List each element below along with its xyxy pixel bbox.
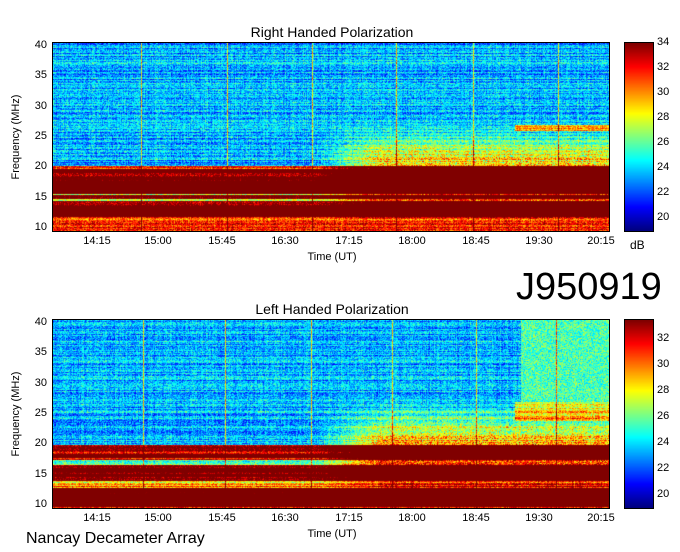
colorbar-tick-label: 20 xyxy=(657,488,670,501)
top-colorbar-unit: dB xyxy=(630,238,645,252)
y-tick-label: 15 xyxy=(34,467,47,480)
colorbar-tick-label: 28 xyxy=(657,384,670,397)
colorbar-tick-label: 26 xyxy=(657,136,670,149)
x-tick-label: 15:00 xyxy=(144,512,172,524)
x-tick-label: 19:30 xyxy=(525,512,553,524)
x-tick-label: 14:15 xyxy=(83,512,111,524)
x-tick-label: 16:30 xyxy=(271,235,299,247)
top-plot-frame xyxy=(52,42,610,232)
top-y-axis-label: Frequency (MHz) xyxy=(10,94,22,180)
y-tick-label: 40 xyxy=(34,39,47,51)
x-tick-label: 15:45 xyxy=(208,235,236,247)
x-tick-label: 20:15 xyxy=(587,512,615,524)
colorbar-tick-label: 30 xyxy=(657,86,670,99)
y-tick-label: 30 xyxy=(34,376,47,389)
colorbar-tick-label: 32 xyxy=(657,332,670,345)
y-tick-label: 25 xyxy=(34,130,47,142)
bottom-plot-frame xyxy=(52,319,610,509)
y-tick-label: 40 xyxy=(34,316,47,328)
bottom-colorbar-frame xyxy=(624,319,654,509)
x-tick-label: 18:00 xyxy=(398,235,426,247)
x-tick-label: 18:45 xyxy=(462,512,490,524)
y-tick-label: 35 xyxy=(34,346,47,359)
y-tick-label: 15 xyxy=(34,190,47,203)
bottom-x-axis-label: Time (UT) xyxy=(307,528,357,540)
top-chart-title: Right Handed Polarization xyxy=(250,24,414,40)
x-tick-label: 15:00 xyxy=(144,235,172,247)
y-tick-label: 25 xyxy=(34,407,47,419)
colorbar-tick-label: 20 xyxy=(657,211,670,224)
footer-label: Nancay Decameter Array xyxy=(26,530,205,547)
x-tick-label: 19:30 xyxy=(525,235,553,247)
x-tick-label: 15:45 xyxy=(208,512,236,524)
bottom-chart-title: Left Handed Polarization xyxy=(255,301,409,317)
x-tick-label: 20:15 xyxy=(587,235,615,247)
bottom-y-axis-label: Frequency (MHz) xyxy=(10,371,22,457)
colorbar-tick-label: 30 xyxy=(657,358,670,371)
top-colorbar-frame xyxy=(624,42,654,232)
colorbar-tick-label: 26 xyxy=(657,410,670,423)
x-tick-label: 18:45 xyxy=(462,235,490,247)
y-tick-label: 20 xyxy=(34,160,47,173)
colorbar-tick-label: 22 xyxy=(657,186,670,199)
colorbar-tick-label: 34 xyxy=(657,36,670,48)
x-tick-label: 14:15 xyxy=(83,235,111,247)
colorbar-tick-label: 22 xyxy=(657,462,670,475)
colorbar-tick-label: 28 xyxy=(657,111,670,124)
event-id: J950919 xyxy=(516,266,662,308)
y-tick-label: 30 xyxy=(34,99,47,112)
colorbar-tick-label: 24 xyxy=(657,161,670,174)
x-tick-label: 16:30 xyxy=(271,512,299,524)
x-tick-label: 18:00 xyxy=(398,512,426,524)
colorbar-tick-label: 32 xyxy=(657,61,670,74)
x-tick-label: 17:15 xyxy=(335,512,363,524)
colorbar-tick-label: 24 xyxy=(657,436,670,449)
x-tick-label: 17:15 xyxy=(335,235,363,247)
top-x-axis-label: Time (UT) xyxy=(307,251,357,263)
y-tick-label: 10 xyxy=(34,221,47,233)
y-tick-label: 20 xyxy=(34,437,47,450)
y-tick-label: 35 xyxy=(34,69,47,82)
y-tick-label: 10 xyxy=(34,498,47,510)
